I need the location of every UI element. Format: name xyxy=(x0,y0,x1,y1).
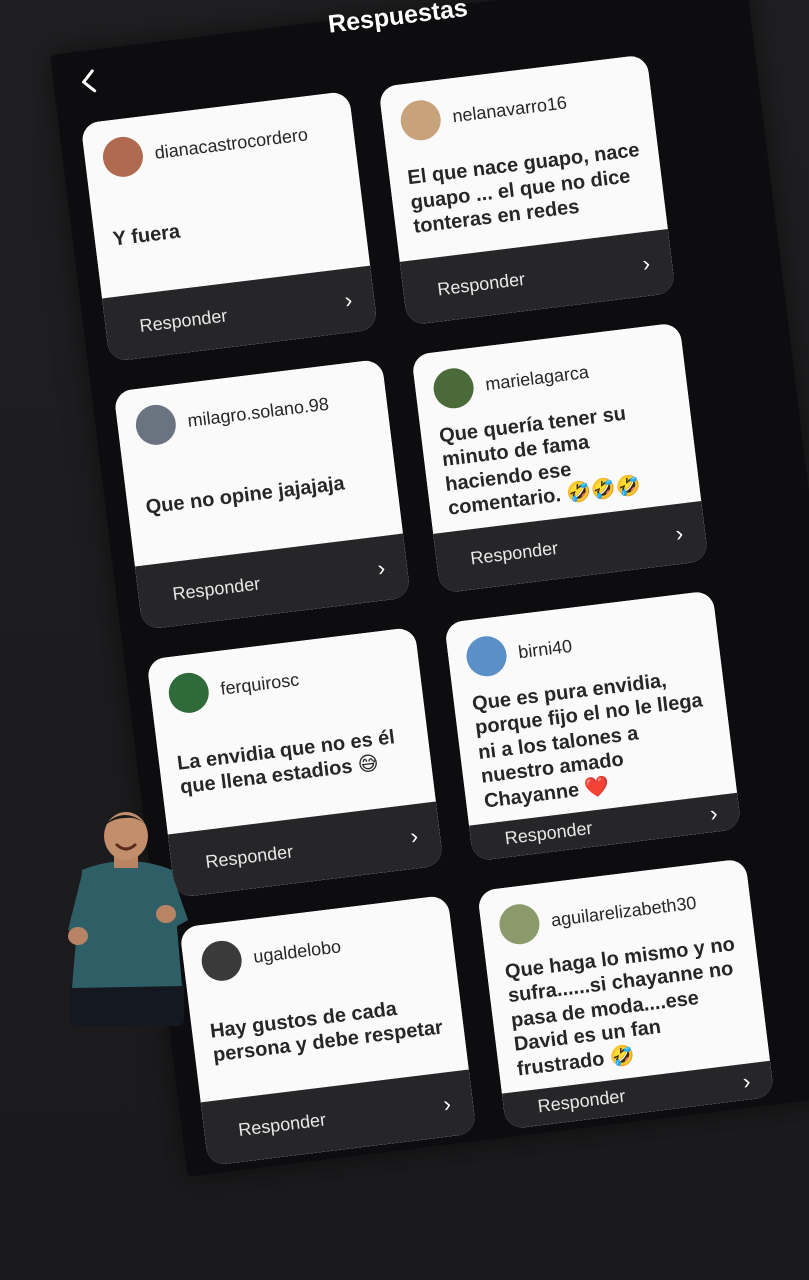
reply-card[interactable]: ferquirosc La envidia que no es él que l… xyxy=(146,626,444,898)
reply-card[interactable]: milagro.solano.98 Que no opine jajajaja … xyxy=(113,358,411,630)
reply-label: Responder xyxy=(171,572,262,604)
chevron-right-icon: › xyxy=(343,287,354,313)
chevron-right-icon: › xyxy=(441,1091,453,1117)
reply-text: Y fuera xyxy=(111,220,182,251)
chevron-right-icon: › xyxy=(674,520,685,547)
chevron-right-icon: › xyxy=(409,823,420,849)
username[interactable]: aguilarelizabeth30 xyxy=(550,892,698,931)
card-content: milagro.solano.98 Que no opine jajajaja xyxy=(113,358,403,567)
reply-label: Responder xyxy=(536,1086,627,1117)
card-content: ugaldelobo Hay gustos de cada persona y … xyxy=(179,894,469,1103)
reply-text: La envidia que no es él que llena estadi… xyxy=(175,725,396,799)
username[interactable]: nelanavarro16 xyxy=(451,92,568,127)
laughing-man-sticker xyxy=(68,812,188,1026)
reply-label: Responder xyxy=(503,818,594,849)
reply-label: Responder xyxy=(138,304,229,336)
card-content: birni40 Que es pura envidia, porque fijo… xyxy=(444,590,738,826)
card-content: aguilarelizabeth30 Que haga lo mismo y n… xyxy=(477,858,770,1094)
avatar[interactable] xyxy=(199,938,244,984)
reply-label: Responder xyxy=(204,840,295,872)
reply-card[interactable]: marielagarca Que quería tener su minuto … xyxy=(411,322,709,594)
avatar[interactable] xyxy=(431,366,476,411)
username[interactable]: ugaldelobo xyxy=(252,936,342,968)
card-content: marielagarca Que quería tener su minuto … xyxy=(411,322,702,534)
reply-label: Responder xyxy=(469,538,560,569)
username[interactable]: ferquirosc xyxy=(219,669,300,699)
username[interactable]: marielagarca xyxy=(484,361,590,395)
reply-label: Responder xyxy=(436,268,527,299)
chevron-right-icon: › xyxy=(641,250,652,277)
reply-card[interactable]: ugaldelobo Hay gustos de cada persona y … xyxy=(179,894,477,1166)
reply-text: Que es pura envidia, porque fijo el no l… xyxy=(470,669,704,813)
reply-text: Que haga lo mismo y no sufra......si cha… xyxy=(503,933,736,1081)
avatar[interactable] xyxy=(166,670,212,716)
chevron-right-icon: › xyxy=(741,1068,752,1095)
chevron-right-icon: › xyxy=(708,800,719,827)
reply-text: El que nace guapo, nace guapo ... el que… xyxy=(406,139,641,239)
card-content: dianacastrocordero Y fuera xyxy=(80,90,371,299)
reply-text: Que quería tener su minuto de fama hacie… xyxy=(438,402,642,520)
reply-card[interactable]: aguilarelizabeth30 Que haga lo mismo y n… xyxy=(477,858,775,1130)
username[interactable]: birni40 xyxy=(517,635,573,662)
avatar[interactable] xyxy=(100,134,146,180)
reply-card[interactable]: dianacastrocordero Y fuera Responder › xyxy=(80,90,378,362)
avatar[interactable] xyxy=(464,633,509,679)
reply-label: Responder xyxy=(237,1108,327,1140)
username[interactable]: dianacastrocordero xyxy=(153,124,309,164)
reply-card[interactable]: birni40 Que es pura envidia, porque fijo… xyxy=(444,590,742,862)
reply-card[interactable]: nelanavarro16 El que nace guapo, nace gu… xyxy=(378,54,676,326)
reply-text: Que no opine jajajaja xyxy=(144,472,346,519)
chevron-right-icon: › xyxy=(376,555,387,581)
avatar[interactable] xyxy=(497,901,542,947)
avatar[interactable] xyxy=(133,402,179,448)
card-content: nelanavarro16 El que nace guapo, nace gu… xyxy=(378,54,668,262)
avatar[interactable] xyxy=(398,98,444,143)
reply-text: Hay gustos de cada persona y debe respet… xyxy=(208,997,444,1067)
card-content: ferquirosc La envidia que no es él que l… xyxy=(146,626,436,835)
username[interactable]: milagro.solano.98 xyxy=(186,393,330,431)
chevron-left-icon xyxy=(82,69,97,93)
